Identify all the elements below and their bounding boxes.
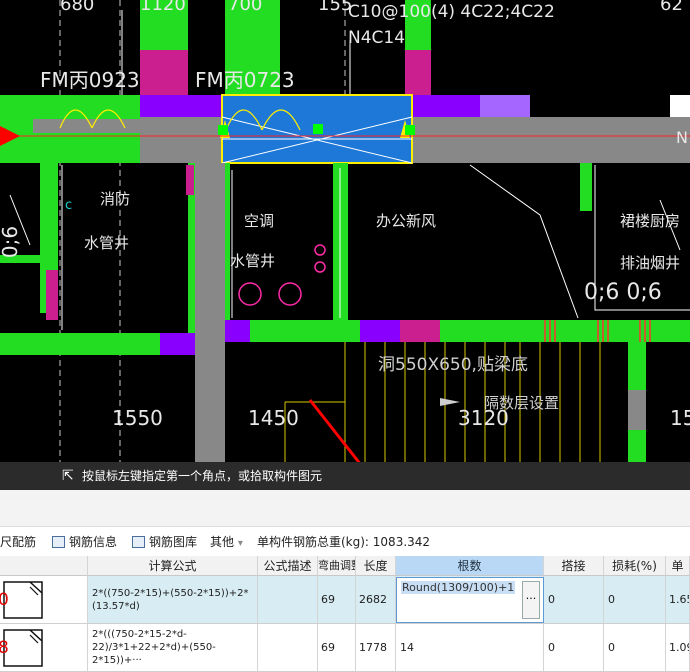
header-unit: 单: [666, 556, 690, 576]
room-office: 办公新风: [376, 212, 437, 230]
bend-cell[interactable]: 69: [318, 624, 356, 671]
header-length: 长度: [356, 556, 396, 576]
header-shape: [0, 556, 88, 576]
lap-cell[interactable]: 0: [544, 576, 604, 623]
toolbar-rebar-library[interactable]: 钢筋图库: [132, 530, 197, 554]
formula-cell[interactable]: 2*((750-2*15)+(550-2*15))+2*(13.57*d): [88, 576, 258, 623]
dim-bottom-1: 1550: [112, 406, 163, 430]
header-lap: 搭接: [544, 556, 604, 576]
toolbar-other-dropdown[interactable]: 其他 ▾: [210, 530, 243, 554]
cursor-select-icon: ⇱: [62, 468, 74, 484]
bend-cell[interactable]: 69: [318, 576, 356, 623]
dim-bottom-4: 15: [670, 406, 690, 430]
count-editor-value[interactable]: Round(1309/100)+1: [401, 581, 516, 594]
header-description: 公式描述: [258, 556, 318, 576]
other-label: 其他: [210, 535, 235, 549]
dim-top-1: 680: [60, 0, 95, 15]
unit-weight-cell[interactable]: 1.65: [666, 576, 690, 623]
rebar-shape-thumbnail: 8: [0, 624, 88, 671]
rebar-panel: 尺配筋 钢筋信息 钢筋图库 其他 ▾ 单构件钢筋总重(kg): 1083.342…: [0, 490, 690, 672]
rebar-table: 计算公式 公式描述 弯曲调整 长度 根数 搭接 损耗(%) 单 0 2*((75…: [0, 556, 690, 672]
shape-number: 0: [0, 590, 9, 610]
length-cell[interactable]: 1778: [356, 624, 396, 671]
dim-top-3: 700: [228, 0, 263, 15]
header-count: 根数: [396, 556, 544, 576]
room-ac-line2: 水管井: [230, 252, 276, 270]
panel-separator: [0, 490, 690, 527]
description-cell[interactable]: [258, 624, 318, 671]
status-tip-bar: ⇱ 按鼠标左键指定第一个角点，或拾取构件图元: [0, 462, 690, 490]
toolbar-rebar-info[interactable]: 钢筋信息: [52, 530, 117, 554]
rebar-shape-icon: [3, 580, 43, 619]
header-formula: 计算公式: [88, 556, 258, 576]
door-label-right: FM丙0723: [195, 68, 295, 92]
room-kitchen-line1: 裙楼厨房: [620, 212, 681, 230]
dim-bottom-3: 3120: [458, 406, 509, 430]
rebar-library-label: 钢筋图库: [149, 535, 198, 549]
table-row[interactable]: 8 2*(((750-2*15-2*d-22)/3*1+22+2*d)+(550…: [0, 624, 690, 672]
rebar-info-icon: [52, 536, 65, 548]
rebar-toolbar: 尺配筋 钢筋信息 钢筋图库 其他 ▾ 单构件钢筋总重(kg): 1083.342: [0, 530, 690, 554]
rebar-info-label: 钢筋信息: [69, 535, 118, 549]
dim-top-2: 1120: [140, 0, 186, 15]
rebar-library-icon: [132, 536, 145, 548]
rebar-shape-thumbnail: 0: [0, 576, 88, 623]
room-fire-line2: 水管井: [84, 234, 130, 252]
formula-cell[interactable]: 2*(((750-2*15-2*d-22)/3*1+22+2*d)+(550-2…: [88, 624, 258, 671]
count-cell-editor[interactable]: Round(1309/100)+1 ···: [396, 577, 544, 623]
total-weight-label: 单构件钢筋总重(kg): 1083.342: [257, 535, 431, 549]
rebar-shape-icon: [3, 628, 43, 667]
dim-top-5: 62: [660, 0, 683, 15]
lap-cell[interactable]: 0: [544, 624, 604, 671]
room-fire-line1: 消防: [100, 190, 131, 208]
small-c-mark: c: [65, 198, 73, 213]
slab-mark-left: 0;6: [0, 225, 23, 259]
loss-cell[interactable]: 0: [604, 624, 666, 671]
description-cell[interactable]: [258, 576, 318, 623]
hole-note: 洞550X650,贴梁底: [378, 355, 528, 375]
rebar-note-line-2: N4C14: [348, 28, 406, 48]
ellipsis-button[interactable]: ···: [522, 581, 540, 619]
unit-weight-cell[interactable]: 1.09: [666, 624, 690, 671]
length-cell[interactable]: 2682: [356, 576, 396, 623]
cad-label-n: N: [676, 128, 688, 147]
room-kitchen-line2: 排油烟井: [620, 254, 681, 272]
dim-bottom-2: 1450: [248, 406, 299, 430]
loss-cell[interactable]: 0: [604, 576, 666, 623]
slab-mark-right: 0;6 0;6: [584, 280, 662, 305]
table-row[interactable]: 0 2*((750-2*15)+(550-2*15))+2*(13.57*d) …: [0, 576, 690, 624]
door-label-left: FM丙0923: [40, 68, 140, 92]
cad-drawing-canvas[interactable]: 680 1120 700 155 62 C10@100(4) 4C22;4C22…: [0, 0, 690, 490]
header-bend-adjust: 弯曲调整: [318, 556, 356, 576]
shape-number: 8: [0, 638, 9, 658]
room-ac-line1: 空调: [244, 212, 275, 230]
rebar-note-line-1: C10@100(4) 4C22;4C22: [348, 2, 555, 22]
header-loss: 损耗(%): [604, 556, 666, 576]
chevron-down-icon: ▾: [237, 538, 243, 549]
count-cell[interactable]: 14: [396, 624, 544, 671]
status-tip-text: 按鼠标左键指定第一个角点，或拾取构件图元: [82, 469, 323, 483]
toolbar-dimension-rebar[interactable]: 尺配筋: [0, 530, 36, 554]
